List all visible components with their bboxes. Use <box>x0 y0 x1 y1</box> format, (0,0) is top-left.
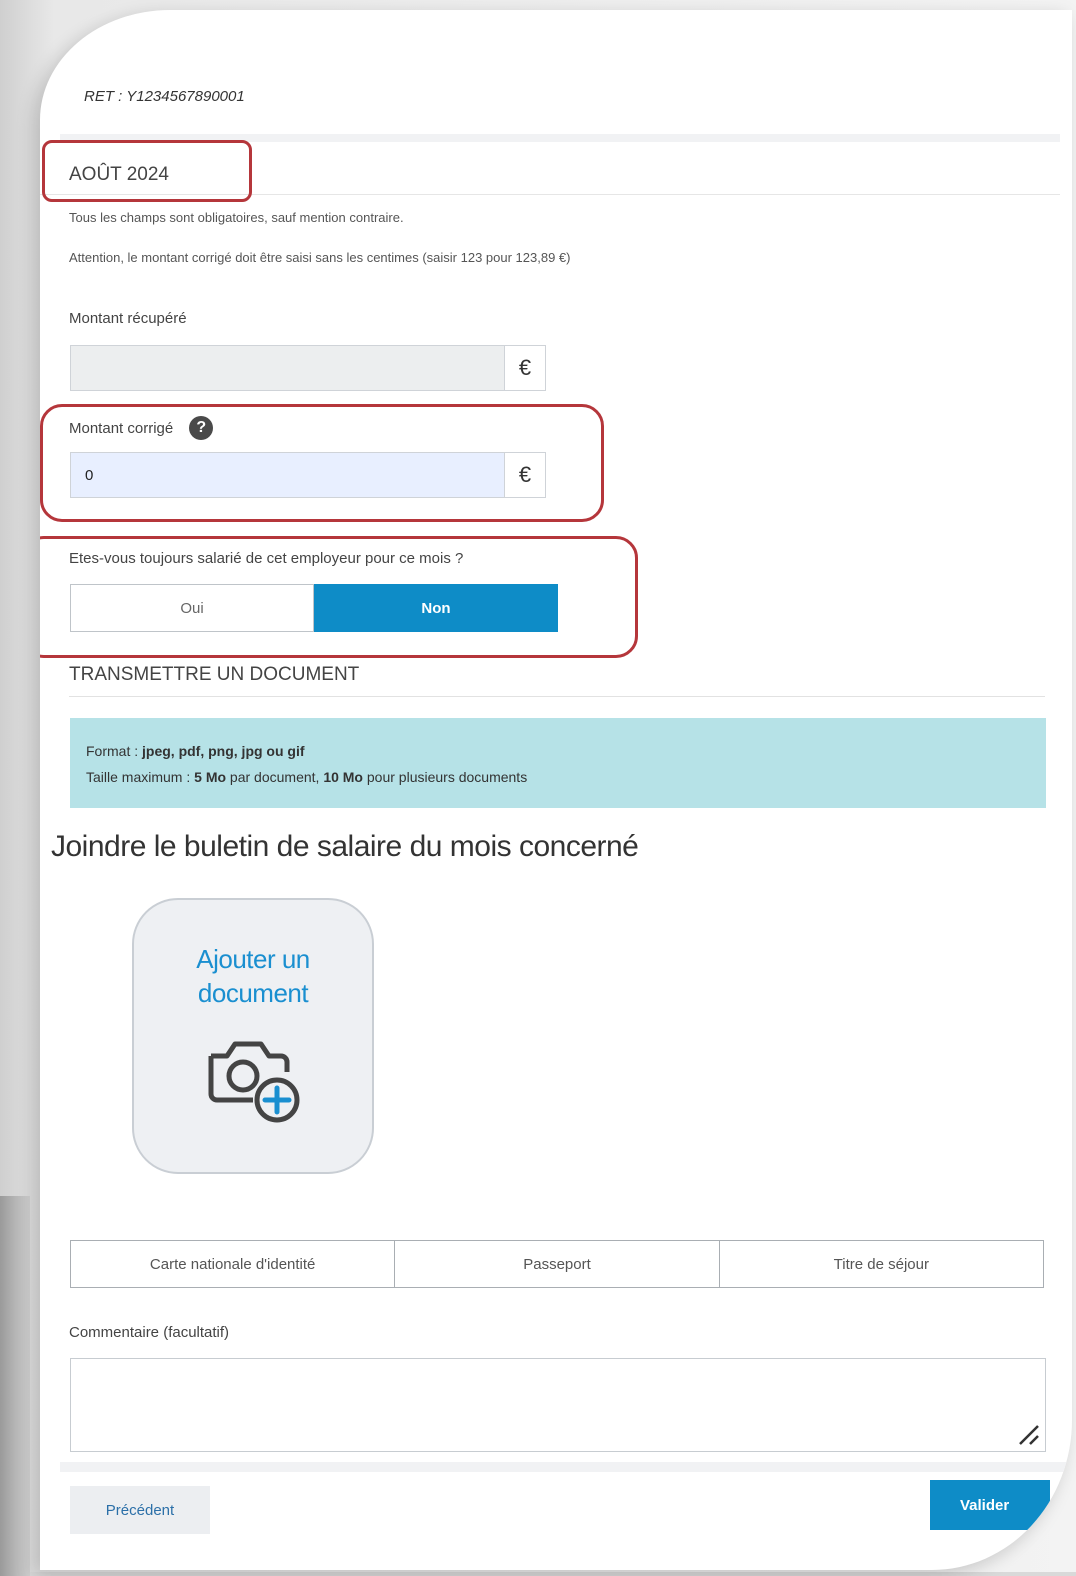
format-label: Format : <box>86 743 143 759</box>
size-value-single: 5 Mo <box>194 769 227 785</box>
attach-payslip-label: Joindre le buletin de salaire du mois co… <box>51 830 639 863</box>
cents-warning: Attention, le montant corrigé doit être … <box>69 250 571 265</box>
file-format-info: Format : jpeg, pdf, png, jpg ou gif Tail… <box>70 718 1046 808</box>
euro-addon: € <box>504 346 545 390</box>
form-page: RET : Y1234567890001 AOÛT 2024 Tous les … <box>40 10 1072 1570</box>
previous-button[interactable]: Précédent <box>70 1486 210 1534</box>
camera-plus-icon <box>208 1041 300 1123</box>
employment-question-highlight <box>40 536 638 658</box>
montant-corrige-highlight <box>40 404 604 522</box>
size-label: Taille maximum : <box>86 769 195 785</box>
add-document-button[interactable]: Ajouter un document <box>132 898 374 1174</box>
validate-button[interactable]: Valider <box>930 1480 1050 1530</box>
montant-recupere-label: Montant récupéré <box>69 310 187 327</box>
resize-handle-icon[interactable] <box>1016 1422 1040 1446</box>
transmit-separator <box>69 696 1045 697</box>
id-card-option[interactable]: Carte nationale d'identité <box>70 1240 396 1288</box>
footer-separator <box>60 1462 1070 1472</box>
size-value-multiple: 10 Mo <box>323 769 363 785</box>
id-document-type-selector: Carte nationale d'identité Passeport Tit… <box>70 1240 1044 1288</box>
size-text-single: par document, <box>226 769 324 785</box>
add-document-label-line2: document <box>197 978 309 1008</box>
add-document-label-line1: Ajouter un <box>196 944 310 974</box>
size-line: Taille maximum : 5 Mo par document, 10 M… <box>86 764 1030 790</box>
required-fields-notice: Tous les champs sont obligatoires, sauf … <box>69 210 404 225</box>
overlay-panel <box>680 818 1072 1238</box>
add-document-label: Ajouter un document <box>196 942 310 1010</box>
transmit-document-title: TRANSMETTRE UN DOCUMENT <box>69 664 360 685</box>
siret-label: RET : Y1234567890001 <box>84 88 245 105</box>
residence-permit-option[interactable]: Titre de séjour <box>719 1240 1044 1288</box>
passport-option[interactable]: Passeport <box>395 1240 720 1288</box>
period-highlight <box>42 140 252 202</box>
size-text-multiple: pour plusieurs documents <box>363 769 528 785</box>
montant-recupere-field: € <box>70 345 546 391</box>
format-value: jpeg, pdf, png, jpg ou gif <box>142 743 305 759</box>
comment-textarea[interactable] <box>70 1358 1046 1452</box>
montant-recupere-input <box>71 346 504 390</box>
page-shadow <box>0 1196 30 1576</box>
comment-label: Commentaire (facultatif) <box>69 1324 230 1341</box>
format-line: Format : jpeg, pdf, png, jpg ou gif <box>86 738 1030 764</box>
